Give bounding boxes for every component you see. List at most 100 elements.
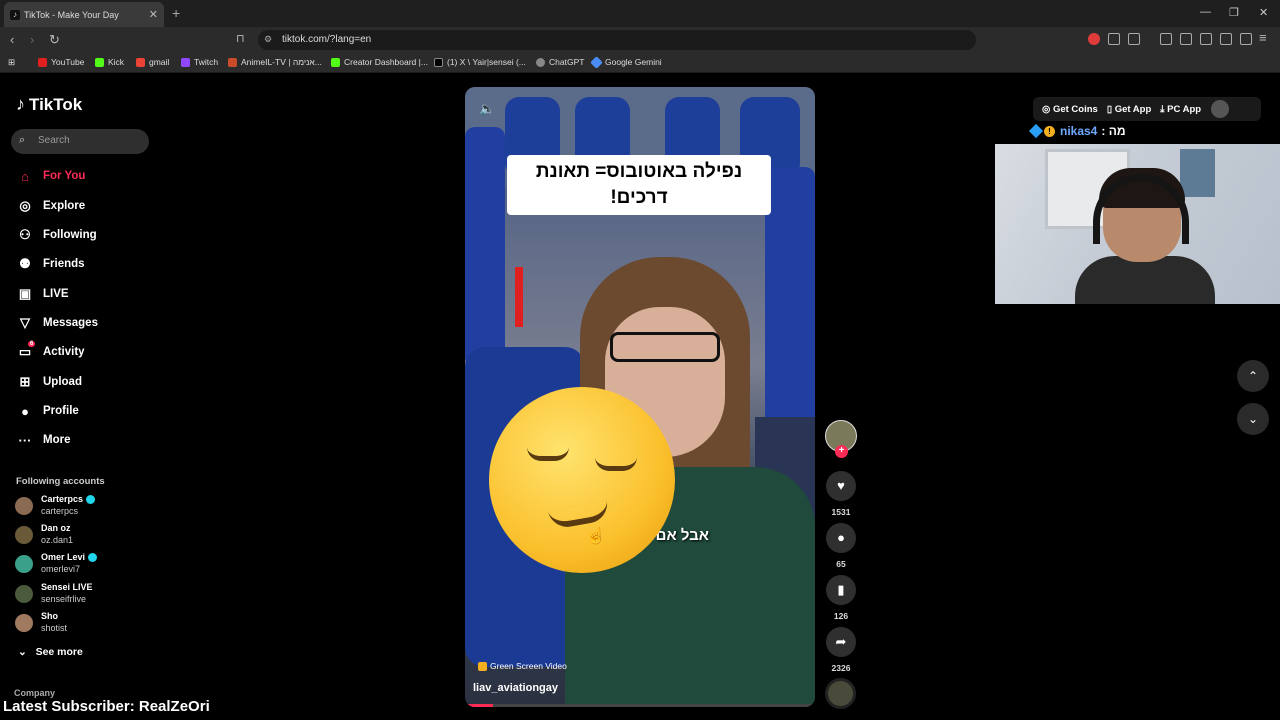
screenshot-icon[interactable]: [1128, 33, 1140, 45]
avatar: [15, 496, 33, 515]
extensions-icon[interactable]: [1108, 33, 1120, 45]
reload-icon[interactable]: ↻: [49, 32, 60, 48]
tiktok-logo-icon: ♪: [16, 94, 25, 114]
like-heart-icon[interactable]: ♥: [826, 471, 856, 501]
following-accounts-title: Following accounts: [16, 476, 105, 487]
new-tab-icon[interactable]: +: [172, 5, 180, 21]
webcam-poster: [1180, 149, 1215, 197]
video-player[interactable]: נפילה באוטובוס= תאונת דרכים! אבל אם נ 🔈 …: [465, 87, 815, 707]
comment-count: 65: [836, 559, 846, 569]
back-icon[interactable]: ‹: [10, 32, 14, 47]
tiktok-favicon-icon: ♪: [10, 9, 20, 20]
nav-live[interactable]: ▣ LIVE: [16, 284, 69, 304]
green-screen-label[interactable]: Green Screen Video: [478, 661, 567, 671]
nav-more[interactable]: ··· More: [16, 430, 71, 450]
get-app-button[interactable]: ▯ Get App: [1107, 104, 1151, 115]
previous-video-chevron-up-icon[interactable]: ⌃: [1237, 360, 1269, 392]
emoji-eye: [527, 447, 569, 461]
wallet-icon[interactable]: [1200, 33, 1212, 45]
maximize-icon[interactable]: ❐: [1229, 6, 1239, 19]
media-icon[interactable]: [1160, 33, 1172, 45]
user-avatar[interactable]: [1211, 100, 1230, 118]
next-video-chevron-down-icon[interactable]: ⌄: [1237, 403, 1269, 435]
account-carterpcs[interactable]: Carterpcs carterpcs: [15, 494, 96, 517]
tab-close-icon[interactable]: ✕: [149, 8, 158, 21]
bookmarks-bar: ⊞ YouTube Kick gmail Twitch AnimeIL-TV |…: [0, 53, 1280, 73]
following-icon: ⚇: [19, 227, 31, 242]
bookmark-animeil[interactable]: AnimeIL-TV | אנימה...: [228, 57, 322, 67]
bookmark-creator-dashboard[interactable]: Creator Dashboard |...: [331, 57, 428, 67]
bookmark-gmail[interactable]: gmail: [136, 57, 169, 67]
bookmark-twitch[interactable]: Twitch: [181, 57, 218, 67]
url-field[interactable]: ⚙ tiktok.com/?lang=en: [258, 30, 976, 50]
follow-plus-icon[interactable]: +: [835, 445, 848, 458]
bookmark-gemini[interactable]: Google Gemini: [590, 55, 662, 69]
video-username[interactable]: liav_aviationgay: [473, 682, 558, 694]
streamer-shirt: [1075, 256, 1215, 304]
address-bar-row: ‹ › ↻ ⊓ ⚙ tiktok.com/?lang=en ≡: [0, 27, 1280, 53]
mouse-cursor-icon: ☝: [586, 528, 606, 545]
live-icon: ▣: [18, 286, 32, 301]
company-link[interactable]: Company: [14, 688, 55, 698]
avatar: [15, 584, 33, 603]
get-coins-button[interactable]: ◎ Get Coins: [1042, 104, 1098, 115]
nav-messages[interactable]: ▽ Messages: [16, 313, 98, 333]
pc-app-button[interactable]: ⤓ PC App: [1160, 104, 1201, 115]
tiktok-logo[interactable]: ♪ TikTok: [16, 94, 82, 115]
creator-dashboard-icon: [331, 57, 340, 67]
account-sho[interactable]: Sho shotist: [15, 611, 67, 634]
messages-icon: ▽: [20, 315, 30, 330]
tab-title: TikTok - Make Your Day: [24, 9, 119, 20]
menu-icon[interactable]: ≡: [1259, 30, 1267, 45]
chatgpt-icon: [536, 57, 545, 67]
youtube-icon: [38, 57, 47, 67]
bookmark-save-icon[interactable]: ▮: [826, 575, 856, 605]
bookmark-icon[interactable]: ⊓: [236, 32, 245, 45]
nav-following[interactable]: ⚇ Following: [16, 225, 96, 245]
like-count: 1531: [831, 507, 851, 517]
search-input[interactable]: ⌕ Search: [11, 129, 149, 154]
minimize-icon[interactable]: —: [1200, 6, 1211, 18]
see-more-button[interactable]: ⌄ See more: [18, 646, 83, 658]
bookmark-x[interactable]: (1) X \ Yair|sensei (...: [434, 57, 526, 67]
browser-tab[interactable]: ♪ TikTok - Make Your Day ✕: [4, 2, 164, 27]
chat-username: nikas4: [1060, 124, 1098, 138]
site-info-icon[interactable]: ⚙: [264, 34, 272, 45]
bookmark-youtube[interactable]: YouTube: [38, 57, 84, 67]
close-window-icon[interactable]: ✕: [1259, 6, 1268, 19]
green-screen-icon: [478, 661, 487, 671]
video-progress-bar[interactable]: [465, 704, 815, 707]
url-text: tiktok.com/?lang=en: [282, 34, 372, 45]
bookmark-kick[interactable]: Kick: [95, 57, 124, 67]
forward-icon[interactable]: ›: [30, 32, 34, 47]
coin-badge-icon: !: [1044, 125, 1055, 137]
bookmark-chatgpt[interactable]: ChatGPT: [536, 57, 584, 67]
shield-icon[interactable]: [1240, 33, 1252, 45]
record-icon[interactable]: [1088, 33, 1100, 45]
volume-icon[interactable]: 🔈: [479, 101, 495, 117]
nav-friends[interactable]: ⚉ Friends: [16, 254, 84, 274]
nav-for-you[interactable]: ⌂ For You: [16, 166, 85, 186]
comment-icon[interactable]: ●: [826, 523, 856, 553]
share-arrow-icon[interactable]: ➦: [826, 627, 856, 657]
apps-icon[interactable]: ⊞: [8, 57, 15, 68]
activity-icon: ▭ 6: [18, 341, 36, 359]
nav-upload[interactable]: ⊞ Upload: [16, 372, 82, 392]
gemini-icon: [590, 55, 603, 69]
nav-activity[interactable]: ▭ 6 Activity: [16, 341, 85, 362]
search-icon: ⌕: [19, 134, 26, 146]
streamer-webcam: [995, 144, 1280, 304]
account-omer-levi[interactable]: Omer Levi omerlevi7: [15, 552, 98, 575]
account-dan-oz[interactable]: Dan oz oz.dan1: [15, 523, 73, 546]
animeil-icon: [228, 57, 237, 67]
sidebar: ♪ TikTok ⌕ Search ⌂ For You ◎ Explore ⚇ Fol…: [0, 76, 160, 720]
twitch-icon: [181, 57, 190, 67]
sidebar-toggle-icon[interactable]: [1180, 33, 1192, 45]
account-sensei-live[interactable]: Sensei LIVE senseifrlive: [15, 582, 93, 605]
ai-icon[interactable]: [1220, 33, 1232, 45]
nav-explore[interactable]: ◎ Explore: [16, 196, 85, 216]
latest-subscriber-overlay: Latest Subscriber: RealZeOri: [3, 698, 210, 715]
nav-profile[interactable]: ● Profile: [16, 401, 79, 421]
verified-icon: [86, 495, 96, 505]
music-disc-icon[interactable]: [825, 678, 856, 709]
